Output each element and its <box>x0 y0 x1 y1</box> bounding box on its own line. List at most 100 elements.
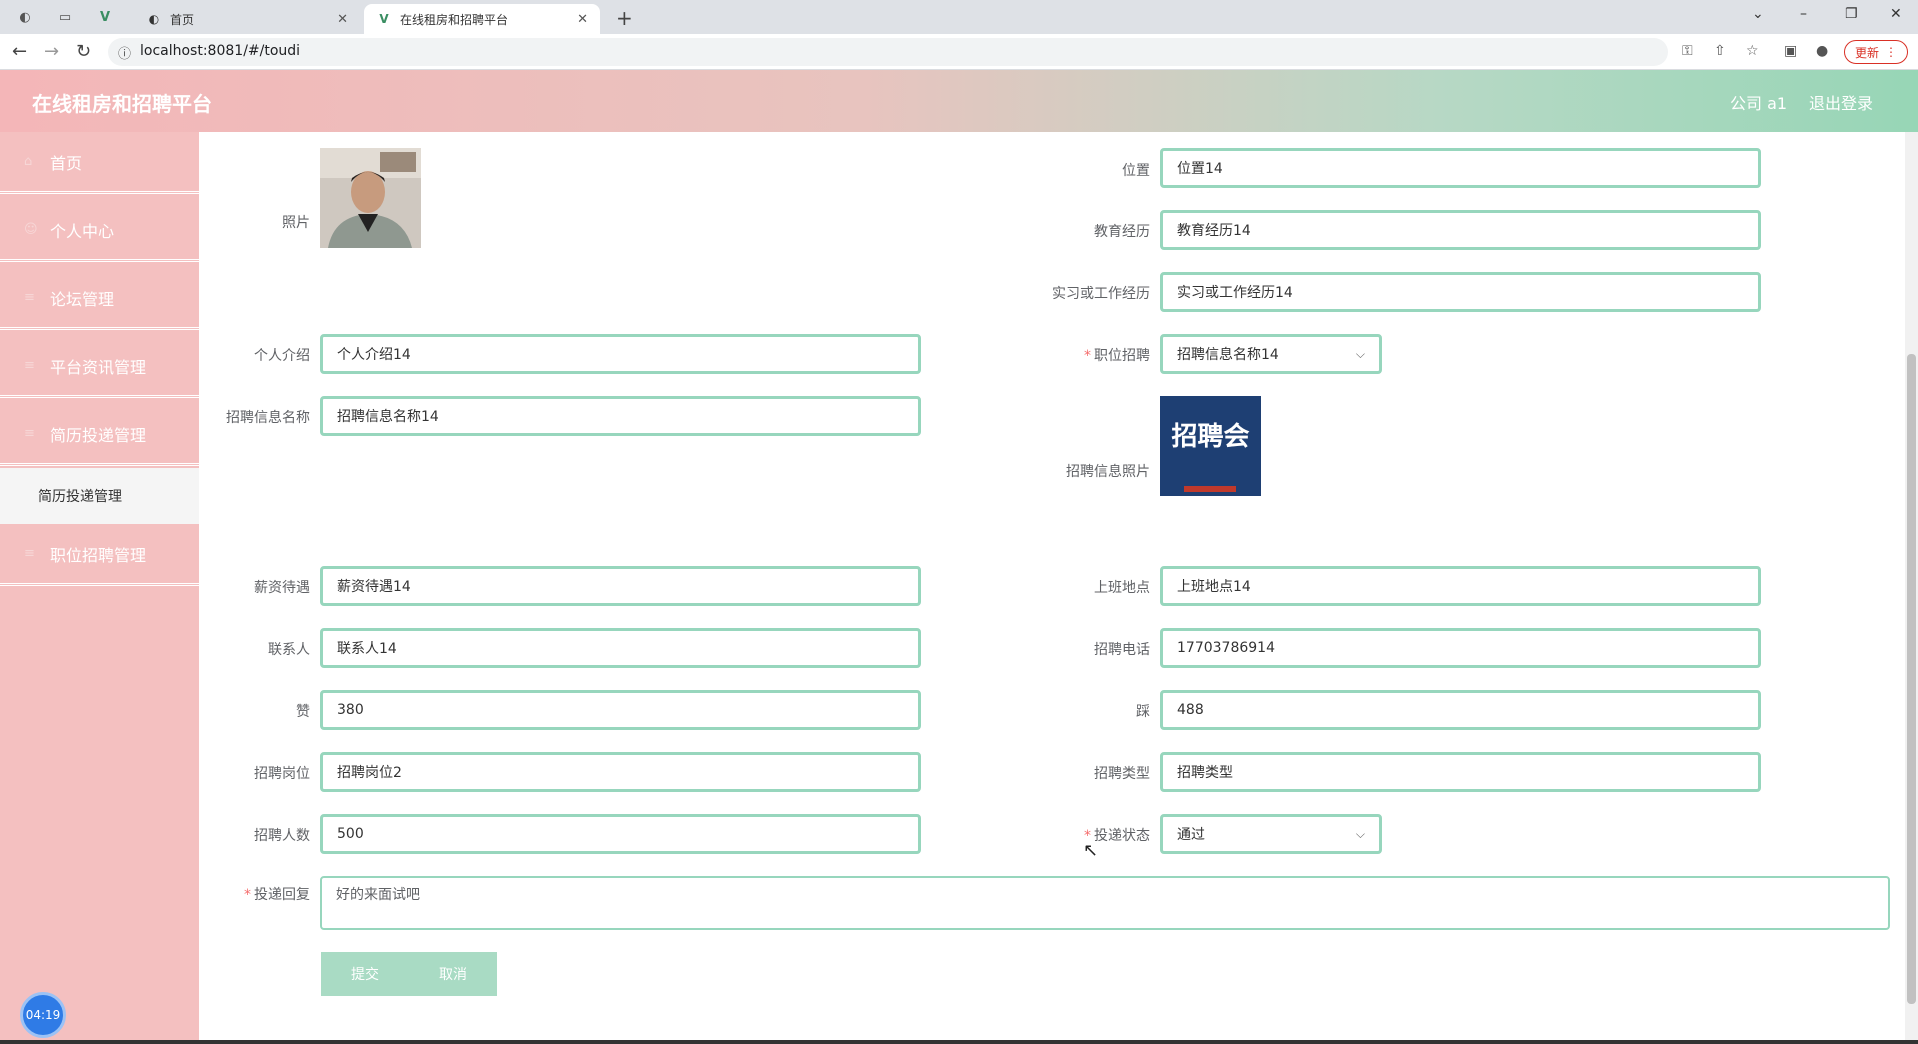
tab-close-icon[interactable]: ✕ <box>337 12 348 27</box>
list-icon: ≡ <box>24 546 35 561</box>
key-icon[interactable]: ⚿ <box>1682 43 1693 59</box>
reply-label: * 投递回复 <box>200 884 310 904</box>
tab-home[interactable]: ◐ 首页 ✕ <box>134 4 360 34</box>
profile-icon[interactable]: ● <box>1816 43 1828 59</box>
sidebar-item-label: 职位招聘管理 <box>50 545 147 565</box>
tab-blank-icon[interactable]: ▭ <box>56 8 74 26</box>
job-fair-photo-stripe <box>1184 486 1236 492</box>
chevron-down-icon: ⌵ <box>1355 346 1365 361</box>
tab-platform-title: 在线租房和招聘平台 <box>400 12 509 27</box>
browser-tabbar: ◐ ▭ V ◐ 首页 ✕ V 在线租房和招聘平台 ✕ + ⌄ – ❐ ✕ <box>0 0 1918 34</box>
job-fair-photo-text: 招聘会 <box>1171 422 1250 452</box>
sidebar-item-label: 个人中心 <box>50 221 115 241</box>
work-place-label: 上班地点 <box>1094 580 1150 596</box>
job-label-text: 职位招聘 <box>1094 348 1150 364</box>
address-bar: ← → ↻ ⓘ localhost:8081/#/toudi ⚿ ⇧ ☆ ▣ ●… <box>0 34 1918 70</box>
experience-input[interactable]: 实习或工作经历14 <box>1160 272 1761 312</box>
contact-input[interactable]: 联系人14 <box>320 628 921 668</box>
tab-search-icon[interactable]: ◐ <box>16 8 34 26</box>
salary-input[interactable]: 薪资待遇14 <box>320 566 921 606</box>
sidebar-item-home[interactable]: ⌂ 首页 <box>0 132 199 194</box>
tab-home-title: 首页 <box>170 12 195 27</box>
type-label: 招聘类型 <box>1094 766 1150 782</box>
status-select-value: 通过 <box>1177 827 1205 843</box>
education-label: 教育经历 <box>1094 224 1150 240</box>
photo-label: 照片 <box>282 215 310 231</box>
headcount-input[interactable]: 500 <box>320 814 921 854</box>
applicant-photo <box>320 148 421 248</box>
reply-textarea[interactable]: 好的来面试吧 <box>320 876 1890 930</box>
tab-close-icon[interactable]: ✕ <box>577 12 588 27</box>
type-input[interactable]: 招聘类型 <box>1160 752 1761 792</box>
mouse-cursor-icon: ↖ <box>1083 840 1099 861</box>
sidebar-item-jobs[interactable]: ≡ 职位招聘管理 <box>0 524 199 586</box>
job-select-value: 招聘信息名称14 <box>1177 347 1279 363</box>
sidebar-item-profile[interactable]: ☺ 个人中心 <box>0 200 199 262</box>
globe-icon: ◐ <box>148 12 160 26</box>
submit-button[interactable]: 提交 <box>321 952 409 996</box>
job-select[interactable]: 招聘信息名称14 ⌵ <box>1160 334 1382 374</box>
location-label: 位置 <box>1122 163 1150 179</box>
education-input[interactable]: 教育经历14 <box>1160 210 1761 250</box>
app-title: 在线租房和招聘平台 <box>32 92 212 116</box>
logout-link[interactable]: 退出登录 <box>1809 90 1873 114</box>
list-icon: ≡ <box>24 426 35 441</box>
update-button[interactable]: 更新 ⋮ <box>1844 40 1908 64</box>
sidebar-item-news[interactable]: ≡ 平台资讯管理 <box>0 336 199 398</box>
new-tab-icon[interactable]: + <box>616 6 633 30</box>
status-select[interactable]: 通过 ⌵ <box>1160 814 1382 854</box>
sidebar-item-label: 简历投递管理 <box>50 425 147 445</box>
salary-label: 薪资待遇 <box>254 580 310 596</box>
url-input[interactable]: ⓘ localhost:8081/#/toudi <box>108 38 1668 66</box>
sidebar: ⌂ 首页 ☺ 个人中心 ≡ 论坛管理 ≡ 平台资讯管理 ≡ 简历投递管理 简历投… <box>0 132 199 1044</box>
kebab-menu-icon: ⋮ <box>1885 45 1897 59</box>
sidebar-item-resume[interactable]: ≡ 简历投递管理 <box>0 404 199 466</box>
contact-label: 联系人 <box>268 642 310 658</box>
tab-vue-icon[interactable]: V <box>96 8 114 26</box>
job-photo-label: 招聘信息照片 <box>1066 464 1150 480</box>
reply-label-text: 投递回复 <box>254 887 310 903</box>
phone-label: 招聘电话 <box>1094 642 1150 658</box>
intro-input[interactable]: 个人介绍14 <box>320 334 921 374</box>
window-close-icon[interactable]: ✕ <box>1890 6 1902 22</box>
forward-icon[interactable]: → <box>44 41 59 62</box>
job-name-input[interactable]: 招聘信息名称14 <box>320 396 921 436</box>
restore-icon[interactable]: ❐ <box>1845 6 1858 22</box>
required-mark: * <box>244 887 251 903</box>
scrollbar-thumb[interactable] <box>1907 354 1916 1004</box>
share-icon[interactable]: ⇧ <box>1714 43 1726 59</box>
cancel-button[interactable]: 取消 <box>409 952 497 996</box>
sidebar-item-forum[interactable]: ≡ 论坛管理 <box>0 268 199 330</box>
vue-icon: V <box>379 12 389 26</box>
headcount-label: 招聘人数 <box>254 828 310 844</box>
experience-label: 实习或工作经历 <box>1052 286 1150 302</box>
back-icon[interactable]: ← <box>12 41 27 62</box>
work-place-input[interactable]: 上班地点14 <box>1160 566 1761 606</box>
dislikes-input[interactable]: 488 <box>1160 690 1761 730</box>
current-user: 公司 a1 <box>1730 94 1788 113</box>
side-panel-icon[interactable]: ▣ <box>1784 43 1797 59</box>
phone-input[interactable]: 17703786914 <box>1160 628 1761 668</box>
sidebar-item-label: 论坛管理 <box>50 289 115 309</box>
job-fair-photo: 招聘会 <box>1160 396 1261 496</box>
app-header: 在线租房和招聘平台 公司 a1 退出登录 <box>0 70 1918 132</box>
likes-input[interactable]: 380 <box>320 690 921 730</box>
intro-label: 个人介绍 <box>254 348 310 364</box>
position-input[interactable]: 招聘岗位2 <box>320 752 921 792</box>
url-text: localhost:8081/#/toudi <box>140 43 301 59</box>
list-icon: ≡ <box>24 358 35 373</box>
info-icon[interactable]: ⓘ <box>118 43 131 62</box>
required-mark: * <box>1084 348 1091 364</box>
scrollbar[interactable] <box>1905 132 1918 1044</box>
sidebar-item-label: 平台资讯管理 <box>50 357 147 377</box>
dislikes-label: 踩 <box>1136 704 1150 720</box>
tab-search-chevron-icon[interactable]: ⌄ <box>1752 6 1764 22</box>
star-icon[interactable]: ☆ <box>1746 43 1759 59</box>
location-input[interactable]: 位置14 <box>1160 148 1761 188</box>
tab-platform[interactable]: V 在线租房和招聘平台 ✕ <box>364 4 600 34</box>
sidebar-subitem-resume[interactable]: 简历投递管理 <box>0 468 199 524</box>
reload-icon[interactable]: ↻ <box>76 41 91 62</box>
minimize-icon[interactable]: – <box>1800 6 1807 22</box>
job-name-label: 招聘信息名称 <box>226 410 310 426</box>
position-label: 招聘岗位 <box>254 766 310 782</box>
